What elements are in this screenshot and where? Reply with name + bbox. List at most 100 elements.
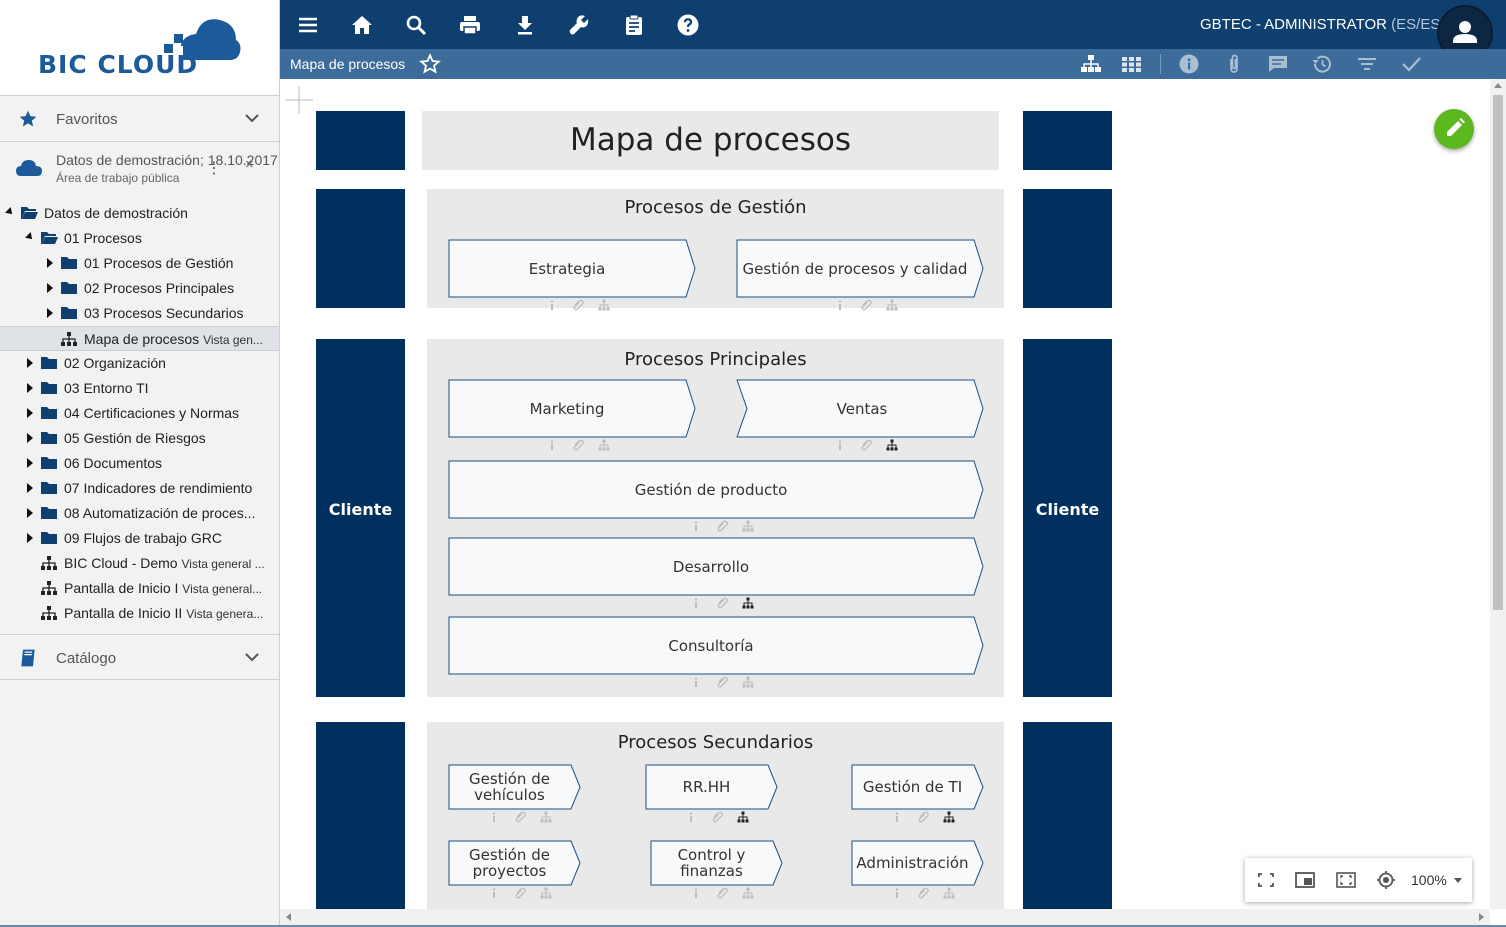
wrench-icon[interactable]: [567, 13, 591, 37]
info-small-icon[interactable]: [891, 811, 903, 823]
scroll-right-arrow[interactable]: [1479, 913, 1484, 921]
clip-small-icon[interactable]: [716, 520, 728, 532]
process-shape[interactable]: Marketing: [448, 379, 697, 458]
navy-column-left-1[interactable]: [316, 189, 405, 308]
clip-small-icon[interactable]: [711, 811, 723, 823]
info-small-icon[interactable]: [690, 676, 702, 688]
tree-item[interactable]: 02 Procesos Principales: [0, 276, 279, 301]
tree-item[interactable]: Pantalla de Inicio I Vista general...: [0, 576, 279, 601]
customer-column-right[interactable]: Cliente: [1023, 339, 1112, 697]
collapsed-arrow-icon[interactable]: [47, 258, 53, 268]
download-icon[interactable]: [513, 13, 537, 37]
expanded-arrow-icon[interactable]: [5, 207, 15, 217]
process-shape[interactable]: Desarrollo: [448, 537, 985, 616]
history-icon[interactable]: [1311, 54, 1333, 74]
user-label[interactable]: GBTEC - ADMINISTRATOR (ES/ES): [1200, 16, 1445, 33]
tree-item[interactable]: 03 Procesos Secundarios: [0, 301, 279, 326]
expanded-arrow-icon[interactable]: [25, 232, 35, 242]
filter-icon[interactable]: [1356, 54, 1378, 74]
info-small-icon[interactable]: [488, 811, 500, 823]
process-shape[interactable]: Ventas: [736, 379, 985, 458]
model-small-icon[interactable]: [886, 299, 898, 311]
navy-column-right-1[interactable]: [1023, 189, 1112, 308]
model-small-icon[interactable]: [540, 811, 552, 823]
model-small-icon[interactable]: [943, 811, 955, 823]
tree-item[interactable]: 01 Procesos de Gestión: [0, 251, 279, 276]
tree-item[interactable]: BIC Cloud - Demo Vista general ...: [0, 551, 279, 576]
collapsed-arrow-icon[interactable]: [47, 283, 53, 293]
tree-item[interactable]: 05 Gestión de Riesgos: [0, 426, 279, 451]
horizontal-scrollbar[interactable]: [280, 909, 1490, 925]
info-small-icon[interactable]: [690, 597, 702, 609]
star-outline-icon[interactable]: [419, 53, 441, 75]
tree-item[interactable]: 01 Procesos: [0, 226, 279, 251]
tree-item[interactable]: Mapa de procesos Vista gen...: [0, 326, 279, 351]
grid-view-icon[interactable]: [1121, 54, 1143, 74]
info-small-icon[interactable]: [690, 520, 702, 532]
search-icon[interactable]: [404, 13, 428, 37]
fit-to-screen-icon[interactable]: [1335, 870, 1357, 890]
more-vert-icon[interactable]: ⋮: [206, 158, 222, 178]
clip-small-icon[interactable]: [514, 811, 526, 823]
tree-item[interactable]: Pantalla de Inicio II Vista genera...: [0, 601, 279, 626]
clip-small-icon[interactable]: [917, 887, 929, 899]
tree-item[interactable]: 06 Documentos: [0, 451, 279, 476]
menu-icon[interactable]: [296, 13, 320, 37]
process-shape[interactable]: Gestión de vehículos: [448, 764, 582, 830]
navy-column-left-3[interactable]: [316, 722, 405, 909]
model-small-icon[interactable]: [737, 811, 749, 823]
collapsed-arrow-icon[interactable]: [27, 408, 33, 418]
model-canvas[interactable]: Cliente Cliente Mapa de procesos Proceso…: [280, 79, 1490, 909]
process-shape[interactable]: Gestión de TI: [851, 764, 985, 830]
model-small-icon[interactable]: [598, 299, 610, 311]
center-focus-icon[interactable]: [1375, 870, 1397, 890]
chevron-down-icon[interactable]: [1454, 878, 1462, 883]
process-shape[interactable]: Administración: [851, 840, 985, 906]
tree-item[interactable]: Datos de demostración: [0, 201, 279, 226]
map-title-block[interactable]: Mapa de procesos: [422, 111, 999, 170]
model-small-icon[interactable]: [742, 887, 754, 899]
process-shape[interactable]: Gestión de proyectos: [448, 840, 582, 906]
process-shape[interactable]: Estrategia: [448, 239, 697, 318]
clip-small-icon[interactable]: [514, 887, 526, 899]
model-small-icon[interactable]: [540, 887, 552, 899]
home-icon[interactable]: [350, 13, 374, 37]
clip-small-icon[interactable]: [860, 299, 872, 311]
workspace-row[interactable]: Datos de demostración; 18.10.2017 Área d…: [0, 146, 279, 194]
info-icon[interactable]: [1178, 54, 1200, 74]
model-small-icon[interactable]: [943, 887, 955, 899]
tree-item[interactable]: 09 Flujos de trabajo GRC: [0, 526, 279, 551]
vertical-scrollbar[interactable]: [1490, 79, 1506, 909]
favorites-panel-header[interactable]: Favoritos: [0, 96, 279, 142]
model-small-icon[interactable]: [742, 676, 754, 688]
collapsed-arrow-icon[interactable]: [47, 308, 53, 318]
edit-button[interactable]: [1434, 109, 1474, 149]
clip-small-icon[interactable]: [860, 439, 872, 451]
catalog-panel-header[interactable]: Catálogo: [0, 634, 279, 680]
tree-item[interactable]: 08 Automatización de proces...: [0, 501, 279, 526]
info-small-icon[interactable]: [834, 299, 846, 311]
info-small-icon[interactable]: [891, 887, 903, 899]
navy-column-right-3[interactable]: [1023, 722, 1112, 909]
info-small-icon[interactable]: [834, 439, 846, 451]
collapsed-arrow-icon[interactable]: [27, 458, 33, 468]
chevron-down-icon[interactable]: [244, 110, 260, 126]
clip-small-icon[interactable]: [917, 811, 929, 823]
model-small-icon[interactable]: [742, 597, 754, 609]
collapsed-arrow-icon[interactable]: [27, 508, 33, 518]
process-shape[interactable]: Gestión de procesos y calidad: [736, 239, 985, 318]
comments-icon[interactable]: [1267, 54, 1289, 74]
scroll-up-arrow[interactable]: [1494, 83, 1502, 88]
check-icon[interactable]: [1400, 54, 1422, 74]
info-small-icon[interactable]: [690, 887, 702, 899]
scroll-left-arrow[interactable]: [286, 913, 291, 921]
clip-small-icon[interactable]: [716, 676, 728, 688]
model-small-icon[interactable]: [742, 520, 754, 532]
info-small-icon[interactable]: [546, 439, 558, 451]
process-shape[interactable]: Consultoría: [448, 616, 985, 695]
help-icon[interactable]: [676, 13, 700, 37]
tree-item[interactable]: 07 Indicadores de rendimiento: [0, 476, 279, 501]
collapsed-arrow-icon[interactable]: [27, 383, 33, 393]
navy-header-right[interactable]: [1023, 111, 1112, 170]
process-shape[interactable]: Control y finanzas: [650, 840, 784, 906]
